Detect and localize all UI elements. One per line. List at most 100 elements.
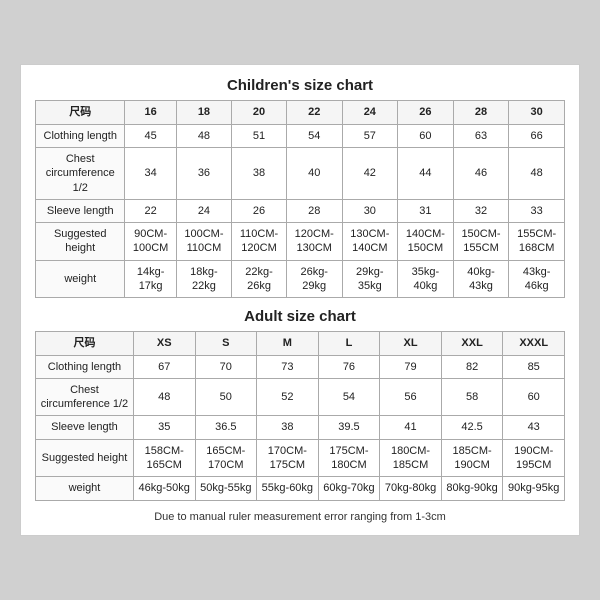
- cell-value: 22: [125, 199, 176, 222]
- column-header: XXXL: [503, 332, 565, 355]
- cell-value: 79: [380, 355, 442, 378]
- cell-value: 175CM-180CM: [318, 439, 380, 477]
- column-header: XXL: [441, 332, 503, 355]
- measurement-note: Due to manual ruler measurement error ra…: [35, 511, 565, 523]
- cell-value: 46kg-50kg: [133, 477, 195, 500]
- cell-value: 110CM-120CM: [232, 223, 287, 261]
- cell-value: 48: [176, 124, 231, 147]
- cell-value: 46: [453, 147, 509, 199]
- column-header: M: [257, 332, 319, 355]
- cell-value: 120CM-130CM: [286, 223, 342, 261]
- cell-value: 28: [286, 199, 342, 222]
- cell-value: 70: [195, 355, 257, 378]
- row-label: Chest circumference 1/2: [36, 378, 134, 416]
- cell-value: 26kg-29kg: [286, 260, 342, 298]
- cell-value: 170CM-175CM: [257, 439, 319, 477]
- cell-value: 36.5: [195, 416, 257, 439]
- size-chart-card: Children's size chart 尺码1618202224262830…: [20, 64, 580, 535]
- cell-value: 60kg-70kg: [318, 477, 380, 500]
- table-row: Suggested height90CM-100CM100CM-110CM110…: [36, 223, 565, 261]
- cell-value: 31: [398, 199, 454, 222]
- cell-value: 22kg-26kg: [232, 260, 287, 298]
- row-label: weight: [36, 477, 134, 500]
- cell-value: 33: [509, 199, 565, 222]
- cell-value: 100CM-110CM: [176, 223, 231, 261]
- row-label: Sleeve length: [36, 199, 125, 222]
- cell-value: 39.5: [318, 416, 380, 439]
- cell-value: 32: [453, 199, 509, 222]
- cell-value: 90CM-100CM: [125, 223, 176, 261]
- cell-value: 36: [176, 147, 231, 199]
- cell-value: 48: [133, 378, 195, 416]
- cell-value: 158CM-165CM: [133, 439, 195, 477]
- column-header: 26: [398, 101, 454, 124]
- cell-value: 24: [176, 199, 231, 222]
- table-row: Sleeve length3536.53839.54142.543: [36, 416, 565, 439]
- cell-value: 85: [503, 355, 565, 378]
- cell-value: 140CM-150CM: [398, 223, 454, 261]
- row-label: Suggested height: [36, 223, 125, 261]
- table-row: weight14kg-17kg18kg-22kg22kg-26kg26kg-29…: [36, 260, 565, 298]
- row-label: weight: [36, 260, 125, 298]
- table-row: Sleeve length2224262830313233: [36, 199, 565, 222]
- cell-value: 51: [232, 124, 287, 147]
- cell-value: 63: [453, 124, 509, 147]
- cell-value: 26: [232, 199, 287, 222]
- table-row: Chest circumference 1/248505254565860: [36, 378, 565, 416]
- column-header: 28: [453, 101, 509, 124]
- cell-value: 80kg-90kg: [441, 477, 503, 500]
- table-row: weight46kg-50kg50kg-55kg55kg-60kg60kg-70…: [36, 477, 565, 500]
- table-row: Chest circumference 1/23436384042444648: [36, 147, 565, 199]
- column-header: 尺码: [36, 332, 134, 355]
- cell-value: 165CM-170CM: [195, 439, 257, 477]
- cell-value: 45: [125, 124, 176, 147]
- children-table: 尺码1618202224262830 Clothing length454851…: [35, 100, 565, 298]
- row-label: Clothing length: [36, 124, 125, 147]
- column-header: 尺码: [36, 101, 125, 124]
- column-header: 20: [232, 101, 287, 124]
- cell-value: 180CM-185CM: [380, 439, 442, 477]
- children-chart-title: Children's size chart: [35, 77, 565, 94]
- row-label: Clothing length: [36, 355, 134, 378]
- row-label: Suggested height: [36, 439, 134, 477]
- cell-value: 66: [509, 124, 565, 147]
- cell-value: 43: [503, 416, 565, 439]
- column-header: S: [195, 332, 257, 355]
- column-header: XL: [380, 332, 442, 355]
- row-label: Sleeve length: [36, 416, 134, 439]
- cell-value: 41: [380, 416, 442, 439]
- cell-value: 73: [257, 355, 319, 378]
- cell-value: 70kg-80kg: [380, 477, 442, 500]
- cell-value: 29kg-35kg: [342, 260, 398, 298]
- cell-value: 14kg-17kg: [125, 260, 176, 298]
- cell-value: 54: [318, 378, 380, 416]
- column-header: 30: [509, 101, 565, 124]
- column-header: L: [318, 332, 380, 355]
- cell-value: 190CM-195CM: [503, 439, 565, 477]
- cell-value: 50: [195, 378, 257, 416]
- cell-value: 155CM-168CM: [509, 223, 565, 261]
- cell-value: 48: [509, 147, 565, 199]
- cell-value: 67: [133, 355, 195, 378]
- column-header: XS: [133, 332, 195, 355]
- cell-value: 82: [441, 355, 503, 378]
- cell-value: 90kg-95kg: [503, 477, 565, 500]
- cell-value: 60: [398, 124, 454, 147]
- table-row: Clothing length4548515457606366: [36, 124, 565, 147]
- adult-chart-title: Adult size chart: [35, 308, 565, 325]
- cell-value: 35kg-40kg: [398, 260, 454, 298]
- cell-value: 42: [342, 147, 398, 199]
- column-header: 16: [125, 101, 176, 124]
- column-header: 18: [176, 101, 231, 124]
- cell-value: 35: [133, 416, 195, 439]
- cell-value: 60: [503, 378, 565, 416]
- cell-value: 30: [342, 199, 398, 222]
- table-row: Suggested height158CM-165CM165CM-170CM17…: [36, 439, 565, 477]
- cell-value: 76: [318, 355, 380, 378]
- cell-value: 44: [398, 147, 454, 199]
- cell-value: 38: [257, 416, 319, 439]
- cell-value: 57: [342, 124, 398, 147]
- cell-value: 52: [257, 378, 319, 416]
- table-row: Clothing length67707376798285: [36, 355, 565, 378]
- cell-value: 43kg-46kg: [509, 260, 565, 298]
